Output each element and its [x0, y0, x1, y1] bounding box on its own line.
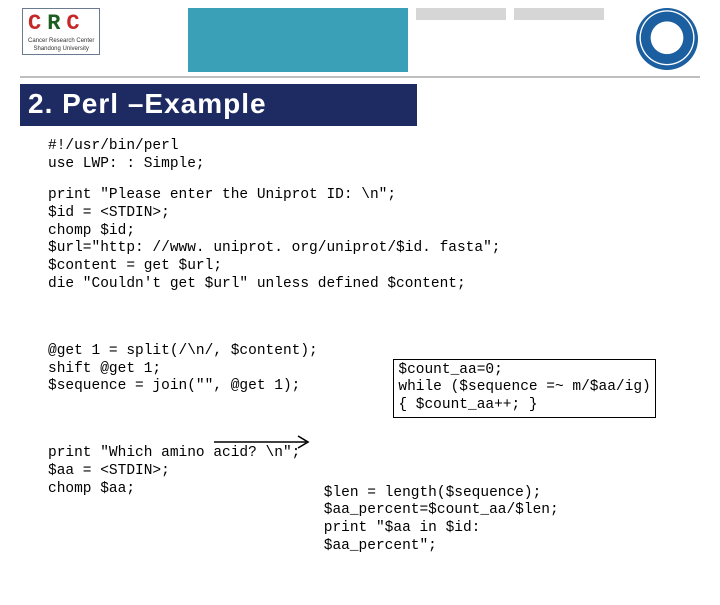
decor-teal-box: [188, 8, 408, 72]
crc-logo: C R C Cancer Research Center Shandong Un…: [22, 8, 100, 55]
crc-letter-c2: C: [66, 11, 79, 36]
slide-title: 2. Perl –Example: [20, 84, 417, 126]
crc-subtitle-2: Shandong University: [28, 46, 94, 52]
code-block-input-fetch: print "Please enter the Uniprot ID: \n";…: [48, 187, 700, 293]
decor-gray-box-2: [514, 8, 604, 20]
header-divider: [20, 76, 700, 78]
crc-subtitle-1: Cancer Research Center: [28, 38, 94, 44]
code-area: #!/usr/bin/perl use LWP: : Simple; print…: [48, 138, 700, 605]
code-block-output: $len = length($sequence); $aa_percent=$c…: [324, 485, 656, 556]
decor-gray-box-1: [416, 8, 506, 20]
crc-letter-r: R: [47, 11, 60, 36]
code-block-which-aa: print "Which amino acid? \n"; $aa = <STD…: [48, 445, 318, 498]
code-box-count-loop: $count_aa=0; while ($sequence =~ m/$aa/i…: [393, 359, 655, 418]
code-block-split-join: @get 1 = split(/\n/, $content); shift @g…: [48, 343, 318, 396]
arrow-icon: [214, 434, 314, 450]
crc-letter-c1: C: [28, 11, 41, 36]
university-seal-icon: [636, 8, 698, 70]
code-block-shebang: #!/usr/bin/perl use LWP: : Simple;: [48, 138, 700, 173]
